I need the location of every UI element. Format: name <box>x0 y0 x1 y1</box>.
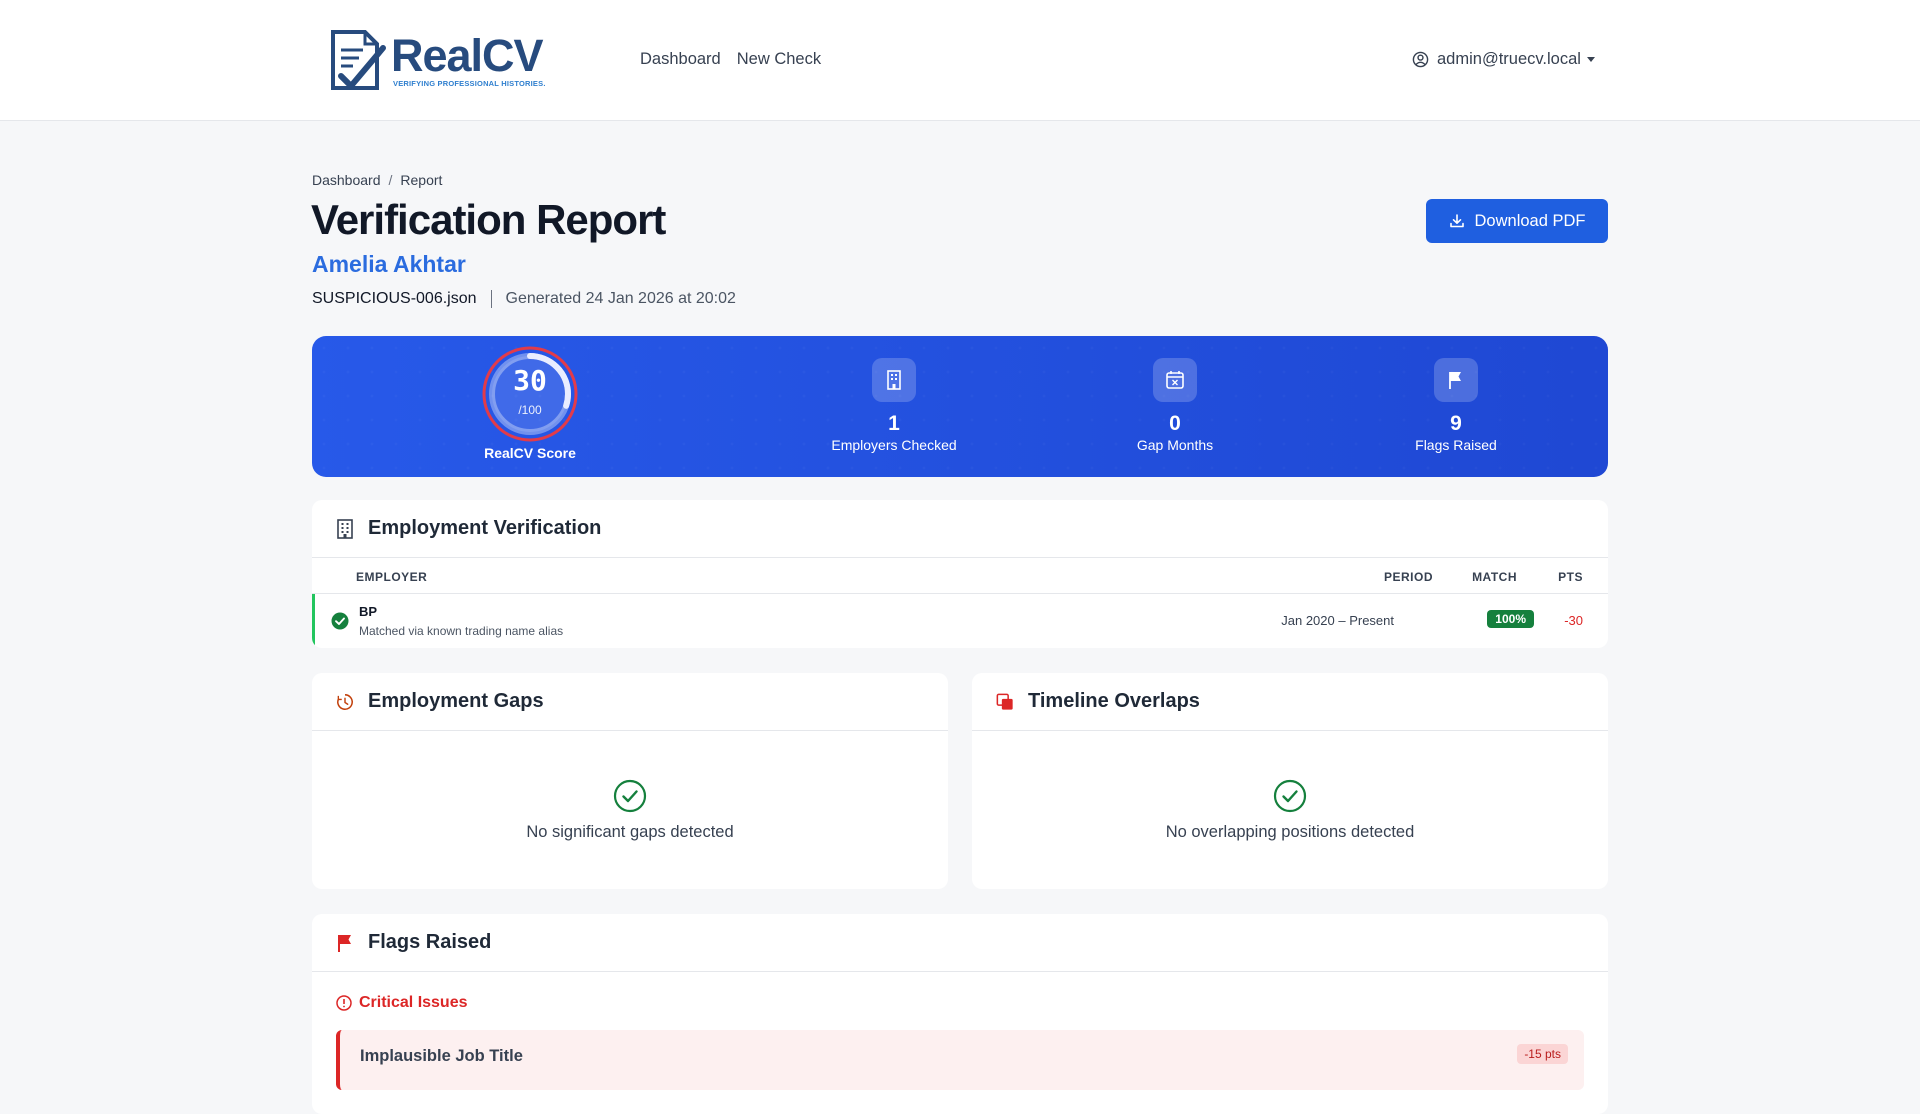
candidate-name: Amelia Akhtar <box>312 251 466 277</box>
score-gauge: 30 /100 <box>482 346 578 442</box>
flag-item[interactable]: Implausible Job Title -15 pts <box>336 1030 1584 1090</box>
breadcrumb-dashboard-link[interactable]: Dashboard <box>312 172 381 188</box>
page-title: Verification Report <box>311 196 666 243</box>
check-circle-icon <box>1273 779 1307 813</box>
flags-card-title: Flags Raised <box>368 931 492 953</box>
document-check-icon <box>331 30 386 90</box>
table-header-row: EMPLOYER PERIOD MATCH PTS <box>312 558 1608 594</box>
employer-name: BP <box>359 604 378 619</box>
calendar-icon <box>1153 358 1197 402</box>
timeline-overlaps-card: Timeline Overlaps No overlapping positio… <box>972 673 1608 889</box>
exclamation-circle-icon <box>336 995 352 1011</box>
report-meta: SUSPICIOUS-006.json Generated 24 Jan 202… <box>312 290 736 308</box>
gap-months-label: Gap Months <box>1136 437 1214 453</box>
overlaps-empty-state: No overlapping positions detected <box>972 731 1608 842</box>
column-employer: EMPLOYER <box>356 570 428 584</box>
flag-icon <box>338 934 351 952</box>
overlaps-card-header: Timeline Overlaps <box>972 673 1608 731</box>
overlaps-empty-message: No overlapping positions detected <box>1165 823 1415 841</box>
top-navbar: RealCV VERIFYING PROFESSIONAL HISTORIES.… <box>0 0 1920 121</box>
employers-checked-value: 1 <box>888 412 900 435</box>
source-file-name: SUSPICIOUS-006.json <box>312 290 477 307</box>
check-circle-icon <box>613 779 647 813</box>
flags-card-header: Flags Raised <box>312 914 1608 972</box>
column-period: PERIOD <box>1383 570 1433 584</box>
user-email: admin@truecv.local <box>1437 50 1581 68</box>
gaps-empty-state: No significant gaps detected <box>312 731 948 842</box>
nav-new-check-link[interactable]: New Check <box>737 50 821 69</box>
breadcrumb: Dashboard / Report <box>312 172 442 188</box>
column-pts: PTS <box>1558 570 1583 584</box>
employer-match-note: Matched via known trading name alias <box>359 624 564 638</box>
employment-card-header: Employment Verification <box>312 500 1608 558</box>
stat-gap-months: 0 Gap Months <box>1095 358 1255 453</box>
flag-icon <box>1434 358 1478 402</box>
overlap-squares-icon <box>996 693 1013 710</box>
meta-divider <box>490 290 492 308</box>
points-value: -30 <box>1564 613 1583 628</box>
critical-issues-heading: Critical Issues <box>336 994 468 1012</box>
stat-flags-raised: 9 Flags Raised <box>1376 358 1536 453</box>
summary-banner: 30 /100 RealCV Score 1 Employers Checked <box>312 336 1608 477</box>
flag-title: Implausible Job Title <box>360 1047 523 1065</box>
gaps-card-header: Employment Gaps <box>312 673 948 731</box>
user-menu-dropdown[interactable]: admin@truecv.local <box>1412 50 1595 69</box>
download-icon <box>1449 214 1464 228</box>
flags-raised-label: Flags Raised <box>1415 437 1497 453</box>
column-match: MATCH <box>1472 570 1517 584</box>
critical-issues-label: Critical Issues <box>359 994 468 1011</box>
flags-raised-value: 9 <box>1450 412 1462 435</box>
brand-name: RealCV <box>391 29 544 81</box>
overlaps-card-title: Timeline Overlaps <box>1028 690 1200 712</box>
flags-raised-card: Flags Raised Critical Issues Implausible… <box>312 914 1608 1114</box>
clock-history-icon <box>337 693 353 710</box>
employers-checked-label: Employers Checked <box>831 437 957 453</box>
building-icon <box>872 358 916 402</box>
chevron-down-icon <box>1586 57 1595 62</box>
employment-gaps-card: Employment Gaps No significant gaps dete… <box>312 673 948 889</box>
score-label: RealCV Score <box>484 445 576 461</box>
score-value: 30 <box>513 364 547 397</box>
employment-period: Jan 2020 – Present <box>1281 613 1394 628</box>
gaps-empty-message: No significant gaps detected <box>526 823 734 841</box>
gap-months-value: 0 <box>1169 412 1181 435</box>
main-nav: Dashboard New Check <box>640 50 821 69</box>
gaps-card-title: Employment Gaps <box>368 690 544 712</box>
generated-timestamp: Generated 24 Jan 2026 at 20:02 <box>505 290 736 307</box>
match-badge: 100% <box>1487 610 1534 628</box>
brand-tagline: VERIFYING PROFESSIONAL HISTORIES. <box>393 78 546 88</box>
flag-points-badge: -15 pts <box>1517 1044 1568 1064</box>
download-pdf-button[interactable]: Download PDF <box>1426 199 1608 243</box>
score-max: /100 <box>518 403 542 417</box>
brand-logo[interactable]: RealCV VERIFYING PROFESSIONAL HISTORIES. <box>327 26 546 94</box>
breadcrumb-separator: / <box>388 172 393 188</box>
score-widget: 30 /100 RealCV Score <box>480 346 580 461</box>
employment-card-title: Employment Verification <box>368 517 602 539</box>
stat-employers-checked: 1 Employers Checked <box>814 358 974 453</box>
building-icon <box>337 518 353 539</box>
check-circle-icon <box>331 612 349 630</box>
breadcrumb-current: Report <box>400 172 443 188</box>
user-circle-icon <box>1412 51 1429 68</box>
download-pdf-label: Download PDF <box>1474 211 1586 230</box>
employment-verification-card: Employment Verification EMPLOYER PERIOD … <box>312 500 1608 648</box>
nav-dashboard-link[interactable]: Dashboard <box>640 50 721 69</box>
table-row[interactable]: BP Matched via known trading name alias … <box>312 594 1608 648</box>
